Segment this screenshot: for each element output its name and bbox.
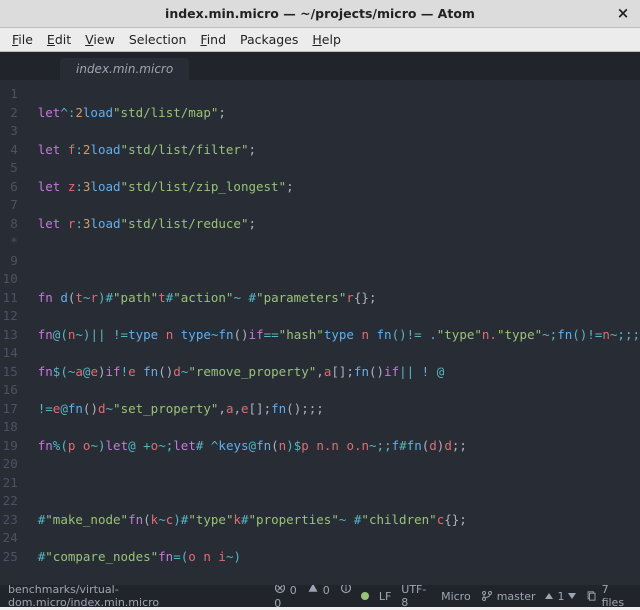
window-title: index.min.micro — ~/projects/micro — Ato… — [165, 6, 475, 21]
menu-edit[interactable]: Edit — [41, 30, 77, 49]
line-number: 15 — [0, 363, 18, 382]
line-number: 14 — [0, 344, 18, 363]
code-line: fn d(t~r)#"path"t#"action"~ #"parameters… — [38, 289, 640, 308]
menu-file[interactable]: File — [6, 30, 39, 49]
code-line: if!o fn(),d~"create",n[] [];fn() — [38, 585, 640, 586]
line-number: 11 — [0, 289, 18, 308]
code-line: fn%(p o~)let@ +o~;let# ^keys@fn(n)$p n.n… — [38, 437, 640, 456]
line-number: 1 — [0, 85, 18, 104]
line-number: 16 — [0, 381, 18, 400]
code-line — [38, 252, 640, 271]
status-grammar[interactable]: Micro — [441, 590, 471, 603]
line-number: 22 — [0, 492, 18, 511]
files-icon — [586, 590, 597, 602]
line-number: 19 — [0, 437, 18, 456]
status-files[interactable]: 7 files — [586, 583, 632, 609]
line-number: 13 — [0, 326, 18, 345]
menu-bar: File Edit View Selection Find Packages H… — [0, 28, 640, 52]
code-line: #"compare_nodes"fn=(o n i~) — [38, 548, 640, 567]
code-line: fn@(n~)|| !=type n type~fn()if=="hash"ty… — [38, 326, 640, 345]
menu-view[interactable]: View — [79, 30, 121, 49]
code-line — [38, 474, 640, 493]
status-bar: benchmarks/virtual-dom.micro/index.min.m… — [0, 585, 640, 607]
code-area[interactable]: 1 2 3 4 5 6 7 8 * 9 10 11 12 13 14 15 16… — [0, 80, 640, 585]
line-number: 4 — [0, 141, 18, 160]
code-line: #"make_node"fn(k~c)#"type"k#"properties"… — [38, 511, 640, 530]
line-number: 10 — [0, 270, 18, 289]
line-number: 25 — [0, 548, 18, 567]
code-line: let^:2load"std/list/map"; — [38, 104, 640, 123]
tab-bar: index.min.micro — [0, 52, 640, 80]
status-line-ending[interactable]: LF — [379, 590, 391, 603]
code-line: let f:2load"std/list/filter"; — [38, 141, 640, 160]
line-number: 21 — [0, 474, 18, 493]
arrow-up-icon — [545, 593, 553, 599]
line-number: 2 — [0, 104, 18, 123]
status-filepath[interactable]: benchmarks/virtual-dom.micro/index.min.m… — [8, 583, 264, 609]
dot-green-icon — [361, 592, 369, 600]
code-line: fn$(~a@e)if!e fn()d~"remove_property",a[… — [38, 363, 640, 382]
menu-help[interactable]: Help — [306, 30, 347, 49]
line-number: 6 — [0, 178, 18, 197]
status-git-branch[interactable]: master — [481, 590, 536, 603]
git-branch-icon — [481, 590, 493, 602]
status-git-sync[interactable]: 1 — [545, 590, 576, 603]
close-icon[interactable]: × — [614, 4, 632, 22]
menu-selection[interactable]: Selection — [123, 30, 193, 49]
menu-find[interactable]: Find — [194, 30, 232, 49]
code-line: let z:3load"std/list/zip_longest"; — [38, 178, 640, 197]
line-number: 8 — [0, 215, 18, 234]
menu-packages[interactable]: Packages — [234, 30, 304, 49]
code-line: let r:3load"std/list/reduce"; — [38, 215, 640, 234]
line-number: 24 — [0, 529, 18, 548]
line-number: 5 — [0, 159, 18, 178]
line-number: 9 — [0, 252, 18, 271]
line-number-modified: * — [0, 233, 18, 252]
code-line: !=e@fn()d~"set_property",a,e[];fn();;; — [38, 400, 640, 419]
tab-index-min-micro[interactable]: index.min.micro — [60, 58, 189, 80]
status-clean-indicator — [361, 592, 369, 600]
status-encoding[interactable]: UTF-8 — [401, 583, 431, 609]
status-diagnostics[interactable]: 0 0 0 — [274, 582, 361, 610]
line-number: 23 — [0, 511, 18, 530]
editor-pane: index.min.micro 1 2 3 4 5 6 7 8 * 9 10 1… — [0, 52, 640, 585]
line-number: 3 — [0, 122, 18, 141]
line-number: 17 — [0, 400, 18, 419]
line-number: 7 — [0, 196, 18, 215]
window-titlebar: index.min.micro — ~/projects/micro — Ato… — [0, 0, 640, 28]
line-number: 18 — [0, 418, 18, 437]
arrow-down-icon — [568, 593, 576, 599]
line-number: 12 — [0, 307, 18, 326]
line-gutter: 1 2 3 4 5 6 7 8 * 9 10 11 12 13 14 15 16… — [0, 80, 28, 585]
line-number: 20 — [0, 455, 18, 474]
code-lines[interactable]: let^:2load"std/list/map"; let f:2load"st… — [28, 80, 640, 585]
